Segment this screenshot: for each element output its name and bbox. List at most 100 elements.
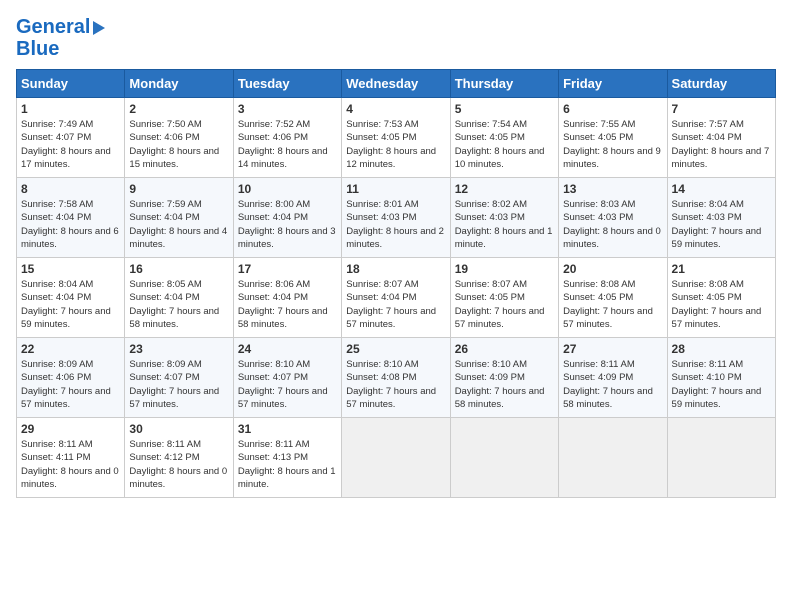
day-content: Sunrise: 7:54 AM Sunset: 4:05 PM Dayligh… bbox=[455, 118, 554, 171]
calendar-cell: 10Sunrise: 8:00 AM Sunset: 4:04 PM Dayli… bbox=[233, 178, 341, 258]
calendar-cell: 18 Sunrise: 8:07 AM Sunset: 4:04 PM Dayli… bbox=[342, 258, 450, 338]
day-content: Sunrise: 8:11 AM Sunset: 4:09 PM Dayligh… bbox=[563, 358, 662, 411]
calendar-cell: 29 Sunrise: 8:11 AM Sunset: 4:11 PM Dayli… bbox=[17, 418, 125, 498]
day-content: Sunrise: 8:11 AM Sunset: 4:10 PM Dayligh… bbox=[672, 358, 771, 411]
calendar-cell: 28 Sunrise: 8:11 AM Sunset: 4:10 PM Dayli… bbox=[667, 338, 775, 418]
day-number: 20 bbox=[563, 262, 662, 276]
calendar-cell: 20 Sunrise: 8:08 AM Sunset: 4:05 PM Dayli… bbox=[559, 258, 667, 338]
day-header-monday: Monday bbox=[125, 70, 233, 98]
day-number: 6 bbox=[563, 102, 662, 116]
calendar-cell: 13 Sunrise: 8:03 AM Sunset: 4:03 PM Dayli… bbox=[559, 178, 667, 258]
calendar-week-row: 8 Sunrise: 7:58 AM Sunset: 4:04 PM Daylig… bbox=[17, 178, 776, 258]
day-content: Sunrise: 8:10 AM Sunset: 4:08 PM Dayligh… bbox=[346, 358, 445, 411]
page-header: General Blue bbox=[16, 16, 776, 61]
day-number: 9 bbox=[129, 182, 228, 196]
day-content: Sunrise: 8:10 AM Sunset: 4:09 PM Dayligh… bbox=[455, 358, 554, 411]
day-content: Sunrise: 8:11 AM Sunset: 4:12 PM Dayligh… bbox=[129, 438, 228, 491]
calendar-week-row: 29 Sunrise: 8:11 AM Sunset: 4:11 PM Dayli… bbox=[17, 418, 776, 498]
day-number: 25 bbox=[346, 342, 445, 356]
calendar-cell: 7Sunrise: 7:57 AM Sunset: 4:04 PM Daylig… bbox=[667, 98, 775, 178]
day-content: Sunrise: 7:52 AM Sunset: 4:06 PM Dayligh… bbox=[238, 118, 337, 171]
calendar-table: SundayMondayTuesdayWednesdayThursdayFrid… bbox=[16, 69, 776, 498]
day-content: Sunrise: 7:55 AM Sunset: 4:05 PM Dayligh… bbox=[563, 118, 662, 171]
day-number: 27 bbox=[563, 342, 662, 356]
day-content: Sunrise: 8:07 AM Sunset: 4:04 PM Dayligh… bbox=[346, 278, 445, 331]
calendar-cell: 30 Sunrise: 8:11 AM Sunset: 4:12 PM Dayli… bbox=[125, 418, 233, 498]
calendar-cell: 6 Sunrise: 7:55 AM Sunset: 4:05 PM Daylig… bbox=[559, 98, 667, 178]
calendar-cell: 24Sunrise: 8:10 AM Sunset: 4:07 PM Dayli… bbox=[233, 338, 341, 418]
day-content: Sunrise: 8:08 AM Sunset: 4:05 PM Dayligh… bbox=[672, 278, 771, 331]
calendar-cell bbox=[342, 418, 450, 498]
calendar-cell: 11 Sunrise: 8:01 AM Sunset: 4:03 PM Dayli… bbox=[342, 178, 450, 258]
day-content: Sunrise: 8:09 AM Sunset: 4:07 PM Dayligh… bbox=[129, 358, 228, 411]
calendar-cell: 9 Sunrise: 7:59 AM Sunset: 4:04 PM Daylig… bbox=[125, 178, 233, 258]
day-content: Sunrise: 8:11 AM Sunset: 4:11 PM Dayligh… bbox=[21, 438, 120, 491]
day-content: Sunrise: 8:06 AM Sunset: 4:04 PM Dayligh… bbox=[238, 278, 337, 331]
day-content: Sunrise: 8:08 AM Sunset: 4:05 PM Dayligh… bbox=[563, 278, 662, 331]
day-content: Sunrise: 8:01 AM Sunset: 4:03 PM Dayligh… bbox=[346, 198, 445, 251]
day-number: 23 bbox=[129, 342, 228, 356]
day-number: 15 bbox=[21, 262, 120, 276]
day-number: 12 bbox=[455, 182, 554, 196]
calendar-cell: 4Sunrise: 7:53 AM Sunset: 4:05 PM Daylig… bbox=[342, 98, 450, 178]
day-header-wednesday: Wednesday bbox=[342, 70, 450, 98]
calendar-cell: 5 Sunrise: 7:54 AM Sunset: 4:05 PM Daylig… bbox=[450, 98, 558, 178]
calendar-cell: 27 Sunrise: 8:11 AM Sunset: 4:09 PM Dayli… bbox=[559, 338, 667, 418]
calendar-cell bbox=[667, 418, 775, 498]
calendar-week-row: 22Sunrise: 8:09 AM Sunset: 4:06 PM Dayli… bbox=[17, 338, 776, 418]
day-number: 30 bbox=[129, 422, 228, 436]
calendar-cell: 25 Sunrise: 8:10 AM Sunset: 4:08 PM Dayli… bbox=[342, 338, 450, 418]
day-content: Sunrise: 8:03 AM Sunset: 4:03 PM Dayligh… bbox=[563, 198, 662, 251]
calendar-cell: 3 Sunrise: 7:52 AM Sunset: 4:06 PM Daylig… bbox=[233, 98, 341, 178]
calendar-cell: 17 Sunrise: 8:06 AM Sunset: 4:04 PM Dayli… bbox=[233, 258, 341, 338]
day-number: 28 bbox=[672, 342, 771, 356]
day-number: 4 bbox=[346, 102, 445, 116]
calendar-week-row: 1 Sunrise: 7:49 AM Sunset: 4:07 PM Daylig… bbox=[17, 98, 776, 178]
day-content: Sunrise: 7:50 AM Sunset: 4:06 PM Dayligh… bbox=[129, 118, 228, 171]
day-number: 24 bbox=[238, 342, 337, 356]
day-number: 26 bbox=[455, 342, 554, 356]
calendar-cell: 2 Sunrise: 7:50 AM Sunset: 4:06 PM Daylig… bbox=[125, 98, 233, 178]
day-number: 22 bbox=[21, 342, 120, 356]
day-content: Sunrise: 8:05 AM Sunset: 4:04 PM Dayligh… bbox=[129, 278, 228, 331]
day-number: 2 bbox=[129, 102, 228, 116]
day-number: 11 bbox=[346, 182, 445, 196]
calendar-cell: 15 Sunrise: 8:04 AM Sunset: 4:04 PM Dayli… bbox=[17, 258, 125, 338]
day-number: 13 bbox=[563, 182, 662, 196]
day-header-tuesday: Tuesday bbox=[233, 70, 341, 98]
calendar-cell: 1 Sunrise: 7:49 AM Sunset: 4:07 PM Daylig… bbox=[17, 98, 125, 178]
logo-line1: General bbox=[16, 16, 105, 38]
day-content: Sunrise: 8:02 AM Sunset: 4:03 PM Dayligh… bbox=[455, 198, 554, 251]
calendar-cell: 14 Sunrise: 8:04 AM Sunset: 4:03 PM Dayli… bbox=[667, 178, 775, 258]
day-number: 18 bbox=[346, 262, 445, 276]
calendar-cell bbox=[450, 418, 558, 498]
day-content: Sunrise: 8:07 AM Sunset: 4:05 PM Dayligh… bbox=[455, 278, 554, 331]
day-header-sunday: Sunday bbox=[17, 70, 125, 98]
day-number: 8 bbox=[21, 182, 120, 196]
day-number: 10 bbox=[238, 182, 337, 196]
calendar-week-row: 15 Sunrise: 8:04 AM Sunset: 4:04 PM Dayli… bbox=[17, 258, 776, 338]
day-number: 5 bbox=[455, 102, 554, 116]
day-content: Sunrise: 7:58 AM Sunset: 4:04 PM Dayligh… bbox=[21, 198, 120, 251]
day-content: Sunrise: 8:04 AM Sunset: 4:03 PM Dayligh… bbox=[672, 198, 771, 251]
day-number: 1 bbox=[21, 102, 120, 116]
day-number: 16 bbox=[129, 262, 228, 276]
calendar-cell: 12 Sunrise: 8:02 AM Sunset: 4:03 PM Dayli… bbox=[450, 178, 558, 258]
day-number: 31 bbox=[238, 422, 337, 436]
day-content: Sunrise: 7:59 AM Sunset: 4:04 PM Dayligh… bbox=[129, 198, 228, 251]
calendar-cell: 23 Sunrise: 8:09 AM Sunset: 4:07 PM Dayli… bbox=[125, 338, 233, 418]
day-number: 3 bbox=[238, 102, 337, 116]
day-number: 29 bbox=[21, 422, 120, 436]
day-number: 17 bbox=[238, 262, 337, 276]
calendar-cell bbox=[559, 418, 667, 498]
day-number: 7 bbox=[672, 102, 771, 116]
day-content: Sunrise: 8:11 AM Sunset: 4:13 PM Dayligh… bbox=[238, 438, 337, 491]
day-header-friday: Friday bbox=[559, 70, 667, 98]
day-content: Sunrise: 8:04 AM Sunset: 4:04 PM Dayligh… bbox=[21, 278, 120, 331]
day-number: 19 bbox=[455, 262, 554, 276]
day-content: Sunrise: 7:49 AM Sunset: 4:07 PM Dayligh… bbox=[21, 118, 120, 171]
logo-line2: Blue bbox=[16, 38, 59, 61]
calendar-cell: 22Sunrise: 8:09 AM Sunset: 4:06 PM Dayli… bbox=[17, 338, 125, 418]
day-number: 14 bbox=[672, 182, 771, 196]
calendar-header-row: SundayMondayTuesdayWednesdayThursdayFrid… bbox=[17, 70, 776, 98]
